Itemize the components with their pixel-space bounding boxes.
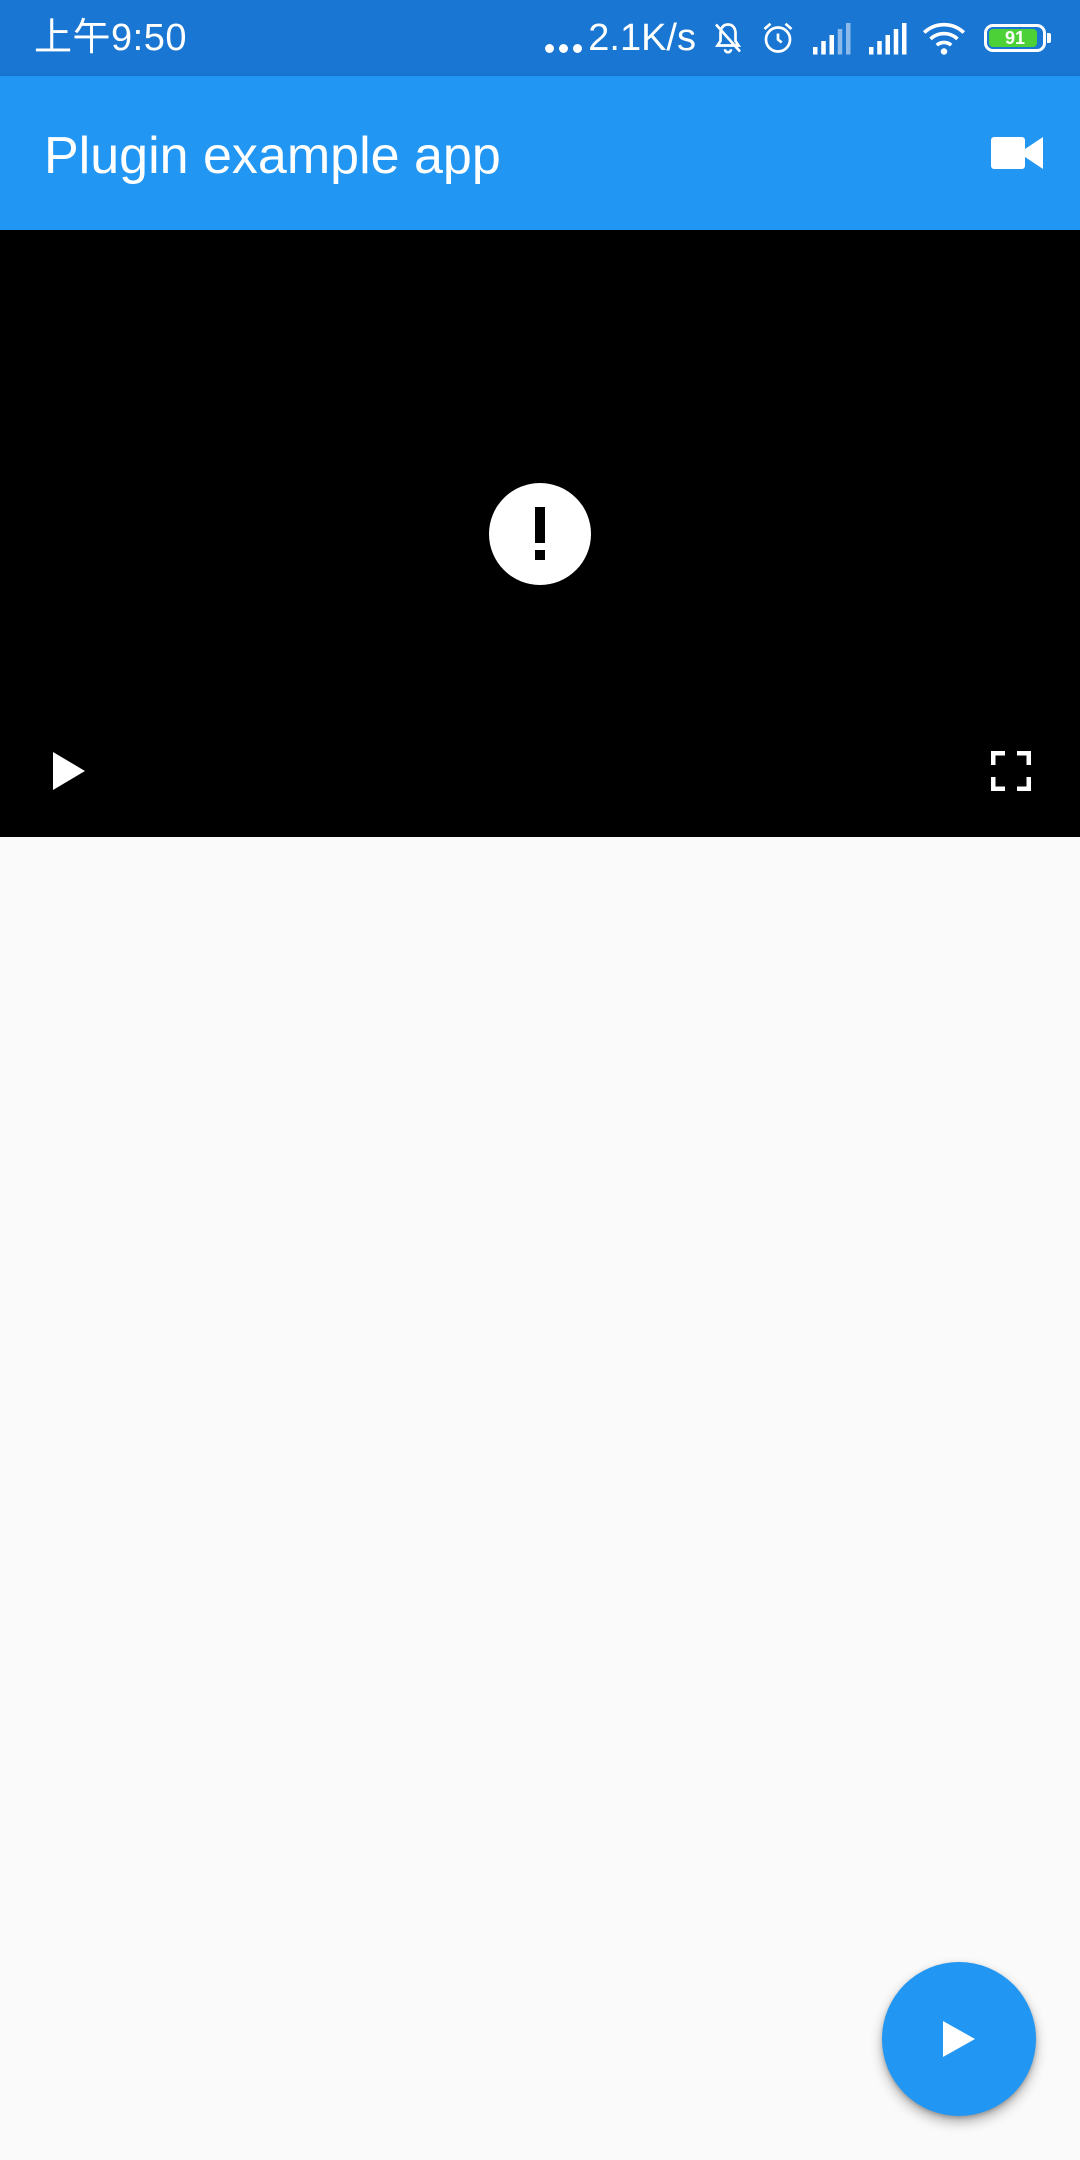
play-fab[interactable] (882, 1962, 1036, 2116)
wifi-icon (922, 22, 966, 55)
status-icons: 2.1K/s 91 (545, 14, 1051, 62)
status-time: 上午9:50 (34, 17, 187, 59)
videocam-icon (991, 137, 1043, 169)
fullscreen-button[interactable] (976, 736, 1046, 806)
play-icon (943, 2021, 975, 2057)
video-play-button[interactable] (34, 736, 104, 806)
network-speed-indicator: 2.1K/s (545, 14, 696, 62)
video-player[interactable] (0, 230, 1080, 837)
mute-bell-icon (714, 23, 742, 54)
alarm-icon (763, 22, 793, 53)
video-camera-button[interactable] (982, 118, 1052, 188)
play-icon (53, 752, 85, 790)
app-bar: Plugin example app (0, 76, 1080, 230)
battery-level: 91 (1004, 28, 1026, 48)
more-dots-icon (545, 23, 583, 53)
error-icon (489, 483, 591, 585)
fullscreen-icon (991, 751, 1031, 791)
app-title: Plugin example app (44, 127, 501, 185)
status-bar: 上午9:50 2.1K/s 91 (0, 0, 1080, 76)
network-speed: 2.1K/s (588, 17, 696, 59)
screen: 上午9:50 2.1K/s 91 Plugin example app (0, 0, 1080, 2160)
signal-icon (869, 23, 907, 55)
signal-icon (813, 23, 851, 55)
battery-icon: 91 (984, 24, 1051, 52)
